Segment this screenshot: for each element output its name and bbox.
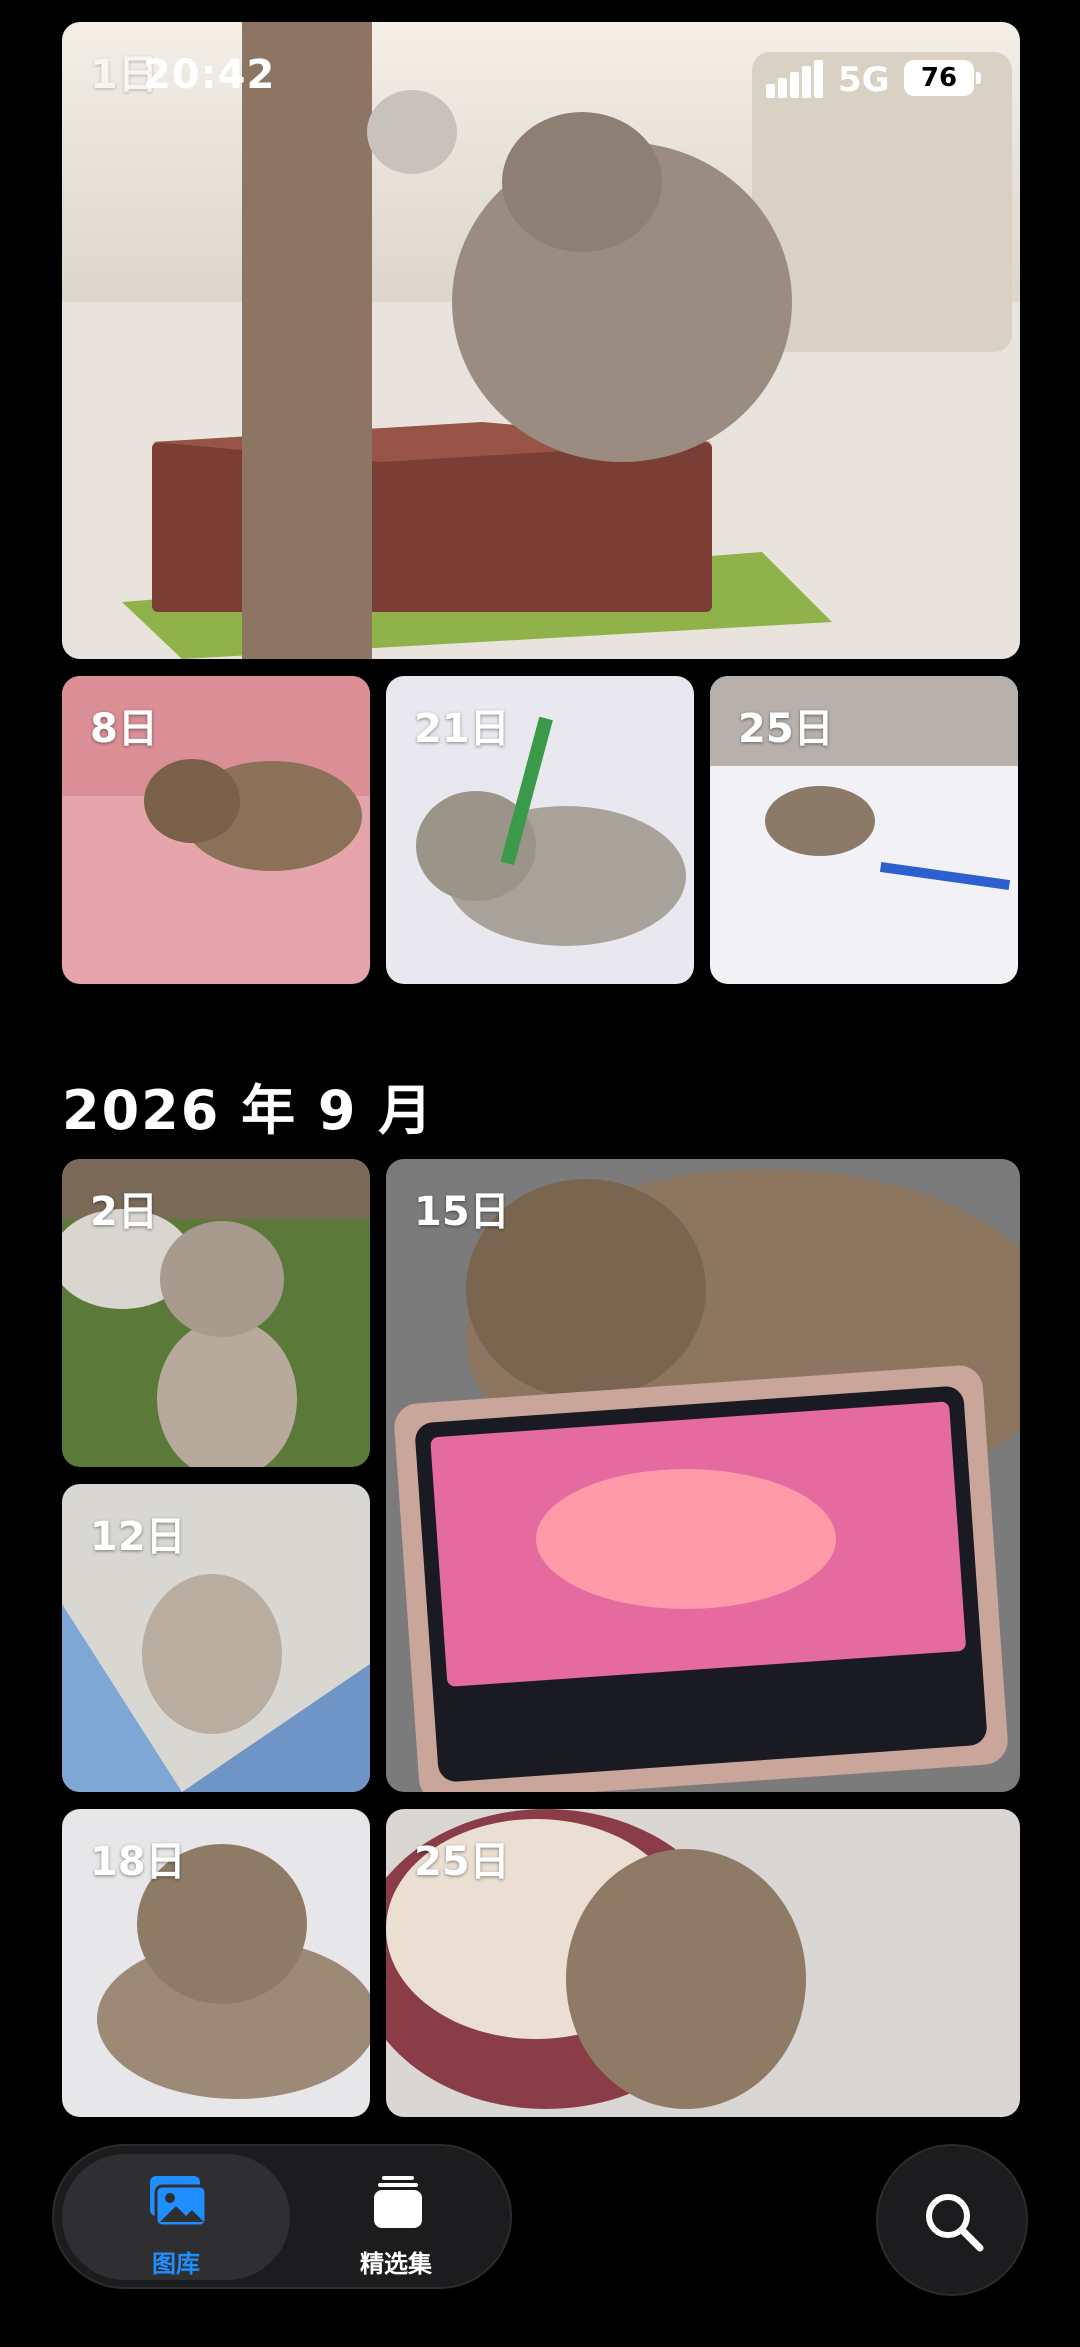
- status-time: 20:42: [143, 52, 276, 98]
- photo-date-label: 25日: [738, 706, 834, 752]
- tab-library[interactable]: 图库: [62, 2154, 290, 2280]
- battery-indicator: 76: [904, 60, 981, 96]
- photo-tile[interactable]: 15日: [386, 1159, 1020, 1792]
- photo-tile[interactable]: 8日: [62, 676, 370, 984]
- search-button[interactable]: [876, 2144, 1028, 2296]
- network-type: 5G: [838, 60, 890, 100]
- photo-tile[interactable]: 25日: [710, 676, 1018, 984]
- photo-date-label: 8日: [90, 706, 158, 752]
- photo-tile[interactable]: 21日: [386, 676, 694, 984]
- photo-tile[interactable]: 25日: [386, 1809, 1020, 2117]
- photo-tile[interactable]: 2日: [62, 1159, 370, 1467]
- photo-date-label: 15日: [414, 1189, 510, 1235]
- photos-icon: [150, 2176, 208, 2228]
- photo-date-label: 18日: [90, 1839, 186, 1885]
- signal-icon: [766, 60, 823, 98]
- status-bar: 20:42 5G 76: [0, 0, 1080, 150]
- collections-icon: [374, 2176, 422, 2228]
- bottom-tab-bar: 图库 精选集: [52, 2144, 512, 2289]
- photo-date-label: 21日: [414, 706, 510, 752]
- photo-date-label: 2日: [90, 1189, 158, 1235]
- search-icon: [926, 2194, 984, 2252]
- photo-date-label: 12日: [90, 1514, 186, 1560]
- photo-date-label: 25日: [414, 1839, 510, 1885]
- month-section-title: 2026 年 9 月: [62, 1079, 435, 1142]
- kitten-photo: [394, 1169, 1020, 1792]
- tab-library-label: 图库: [152, 2250, 200, 2278]
- tab-collections[interactable]: 精选集: [282, 2154, 510, 2280]
- photo-tile[interactable]: 18日: [62, 1809, 370, 2117]
- tab-collections-label: 精选集: [360, 2250, 432, 2278]
- photo-tile[interactable]: 12日: [62, 1484, 370, 1792]
